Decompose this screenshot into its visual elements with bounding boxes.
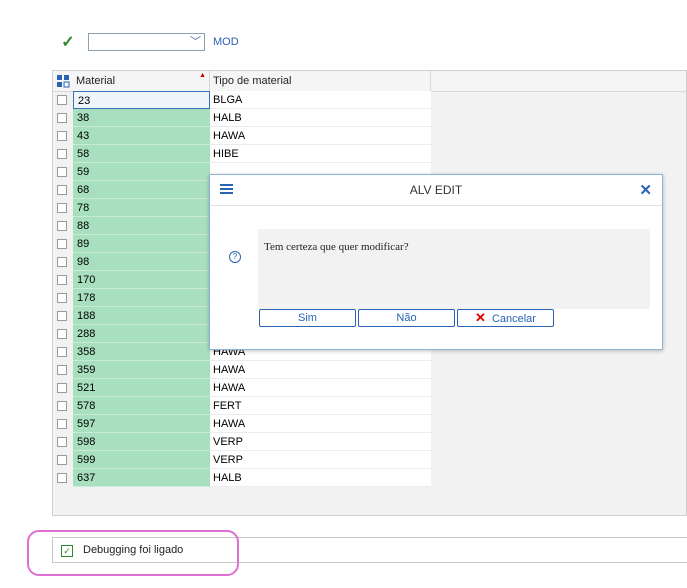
row-select-checkbox[interactable] <box>57 347 67 357</box>
select-all-icon[interactable] <box>57 75 70 88</box>
material-cell[interactable]: 89 <box>73 235 210 253</box>
material-cell[interactable]: 78 <box>73 199 210 217</box>
table-row[interactable]: 359 HAWA <box>53 361 431 379</box>
cancel-button[interactable]: ✕ Cancelar <box>457 309 554 327</box>
dialog-title: ALV EDIT <box>409 183 463 197</box>
sort-ascending-icon: ▲ <box>199 72 206 79</box>
no-button[interactable]: Não <box>358 309 455 327</box>
dialog-buttons: Sim Não ✕ Cancelar <box>259 309 556 327</box>
row-select-checkbox[interactable] <box>57 167 67 177</box>
tipo-material-cell[interactable]: VERP <box>210 451 431 469</box>
row-select-checkbox[interactable] <box>57 365 67 375</box>
alv-edit-dialog: ALV EDIT ✕ ? Tem certeza que quer modifi… <box>209 174 663 350</box>
status-message: Debugging foi ligado <box>83 544 184 556</box>
row-select-checkbox[interactable] <box>57 275 67 285</box>
row-select-checkbox[interactable] <box>57 383 67 393</box>
material-cell[interactable]: 637 <box>73 469 210 487</box>
material-cell[interactable]: 170 <box>73 271 210 289</box>
row-select-checkbox[interactable] <box>57 329 67 339</box>
row-select-checkbox[interactable] <box>57 419 67 429</box>
row-select-checkbox[interactable] <box>57 221 67 231</box>
table-row[interactable]: 597 HAWA <box>53 415 431 433</box>
row-select-checkbox[interactable] <box>57 203 67 213</box>
column-header-material[interactable]: Material ▲ <box>73 71 210 91</box>
material-cell[interactable]: 599 <box>73 451 210 469</box>
material-cell[interactable]: 58 <box>73 145 210 163</box>
table-row[interactable]: 599 VERP <box>53 451 431 469</box>
mod-button[interactable]: MOD <box>213 36 239 48</box>
material-cell[interactable]: 68 <box>73 181 210 199</box>
row-select-checkbox[interactable] <box>57 95 67 105</box>
question-icon: ? <box>229 251 241 263</box>
row-select-checkbox[interactable] <box>57 131 67 141</box>
material-cell[interactable]: 38 <box>73 109 210 127</box>
row-select-checkbox[interactable] <box>57 437 67 447</box>
material-cell[interactable]: 59 <box>73 163 210 181</box>
layout-dropdown[interactable]: ﹀ <box>88 33 205 51</box>
row-select-checkbox[interactable] <box>57 293 67 303</box>
row-select-checkbox[interactable] <box>57 473 67 483</box>
table-row[interactable]: 521 HAWA <box>53 379 431 397</box>
material-cell[interactable]: 359 <box>73 361 210 379</box>
dialog-message: Tem certeza que quer modificar? <box>264 241 409 253</box>
tipo-material-cell[interactable]: HIBE <box>210 145 431 163</box>
yes-button[interactable]: Sim <box>259 309 356 327</box>
success-check-icon: ✓ <box>61 545 73 557</box>
row-select-checkbox[interactable] <box>57 149 67 159</box>
table-row[interactable]: 578 FERT <box>53 397 431 415</box>
tipo-material-cell[interactable]: HAWA <box>210 127 431 145</box>
tipo-material-cell[interactable]: HAWA <box>210 361 431 379</box>
table-row[interactable]: 58 HIBE <box>53 145 431 163</box>
table-row[interactable]: 23 BLGA <box>53 91 431 109</box>
grid-header: Material ▲ Tipo de material <box>53 71 686 92</box>
table-row[interactable]: 637 HALB <box>53 469 431 487</box>
tipo-material-cell[interactable]: BLGA <box>210 91 431 109</box>
row-select-checkbox[interactable] <box>57 239 67 249</box>
material-cell[interactable]: 98 <box>73 253 210 271</box>
checkmark-icon[interactable]: ✓ <box>60 32 76 52</box>
material-cell[interactable]: 288 <box>73 325 210 343</box>
material-cell[interactable]: 521 <box>73 379 210 397</box>
tipo-material-cell[interactable]: HAWA <box>210 415 431 433</box>
row-select-checkbox[interactable] <box>57 257 67 267</box>
material-cell[interactable]: 578 <box>73 397 210 415</box>
table-row[interactable]: 38 HALB <box>53 109 431 127</box>
message-area: Tem certeza que quer modificar? <box>258 229 650 309</box>
dialog-title-bar: ALV EDIT ✕ <box>210 175 662 206</box>
material-cell[interactable]: 597 <box>73 415 210 433</box>
toolbar: ✓ ﹀ MOD <box>60 32 239 52</box>
tipo-material-cell[interactable]: HAWA <box>210 379 431 397</box>
material-cell[interactable]: 178 <box>73 289 210 307</box>
table-row[interactable]: 598 VERP <box>53 433 431 451</box>
chevron-down-icon[interactable]: ﹀ <box>190 34 201 51</box>
material-cell[interactable]: 23 <box>73 91 210 109</box>
material-cell[interactable]: 358 <box>73 343 210 361</box>
tipo-material-cell[interactable]: FERT <box>210 397 431 415</box>
material-cell[interactable]: 88 <box>73 217 210 235</box>
material-cell[interactable]: 598 <box>73 433 210 451</box>
status-bar: ✓ Debugging foi ligado <box>52 537 687 563</box>
tipo-material-cell[interactable]: HALB <box>210 469 431 487</box>
material-cell[interactable]: 188 <box>73 307 210 325</box>
row-select-checkbox[interactable] <box>57 113 67 123</box>
table-row[interactable]: 43 HAWA <box>53 127 431 145</box>
row-select-checkbox[interactable] <box>57 401 67 411</box>
material-cell[interactable]: 43 <box>73 127 210 145</box>
tipo-material-cell[interactable]: HALB <box>210 109 431 127</box>
tipo-material-cell[interactable]: VERP <box>210 433 431 451</box>
row-select-checkbox[interactable] <box>57 311 67 321</box>
close-icon[interactable]: ✕ <box>639 181 652 199</box>
column-header-tipo-material[interactable]: Tipo de material <box>210 71 431 91</box>
cancel-x-icon: ✕ <box>475 310 486 325</box>
row-select-checkbox[interactable] <box>57 185 67 195</box>
row-select-checkbox[interactable] <box>57 455 67 465</box>
